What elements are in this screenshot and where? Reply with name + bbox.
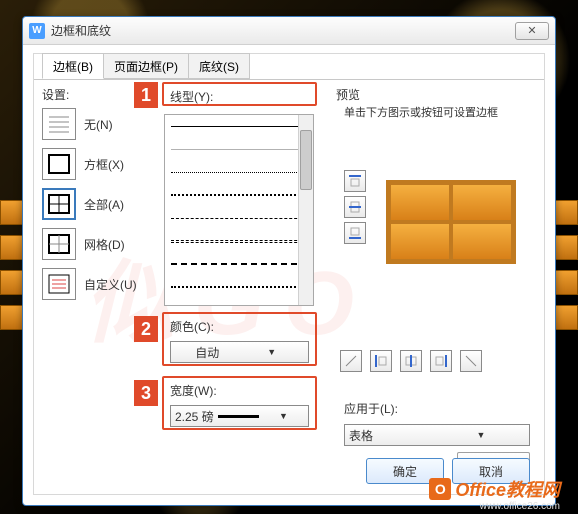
preview-hint: 单击下方图示或按钮可设置边框 (344, 104, 498, 120)
close-button[interactable]: ✕ (515, 22, 549, 40)
annotation-2: 2 (134, 316, 158, 342)
tab-page-border[interactable]: 页面边框(P) (103, 53, 189, 79)
border-left-button[interactable] (370, 350, 392, 372)
border-hmiddle-button[interactable] (344, 196, 366, 218)
color-combo[interactable]: 自动 ▼ (170, 341, 309, 363)
border-diag1-button[interactable] (340, 350, 362, 372)
width-sample-line (218, 415, 259, 418)
titlebar: W 边框和底纹 ✕ (23, 17, 555, 45)
cancel-button[interactable]: 取消 (452, 458, 530, 484)
apply-to-combo[interactable]: 表格 ▼ (344, 424, 530, 446)
setting-all[interactable]: 全部(A) (42, 186, 152, 222)
annotation-1: 1 (134, 82, 158, 108)
setting-label: 网格(D) (84, 236, 125, 253)
color-value: 自动 (175, 344, 240, 361)
setting-box[interactable]: 方框(X) (42, 146, 152, 182)
preview-buttons-horizontal (336, 346, 486, 376)
annotation-3: 3 (134, 380, 158, 406)
preview-label: 预览 (336, 86, 360, 103)
tab-strip: 边框(B) 页面边框(P) 底纹(S) (42, 53, 249, 79)
border-bottom-button[interactable] (344, 222, 366, 244)
setting-none[interactable]: 无(N) (42, 106, 152, 142)
settings-label: 设置: (42, 86, 69, 103)
border-vmiddle-button[interactable] (400, 350, 422, 372)
apply-to-label: 应用于(L): (344, 400, 398, 417)
all-icon (42, 188, 76, 220)
setting-label: 自定义(U) (84, 276, 137, 293)
setting-custom[interactable]: 自定义(U) (42, 266, 152, 302)
width-combo[interactable]: 2.25 磅 ▼ (170, 405, 309, 427)
box-icon (42, 148, 76, 180)
scroll-thumb[interactable] (300, 130, 312, 190)
ok-button[interactable]: 确定 (366, 458, 444, 484)
none-icon (42, 108, 76, 140)
custom-icon (42, 268, 76, 300)
line-style-group: 线型(Y): (162, 82, 317, 106)
border-diag2-button[interactable] (460, 350, 482, 372)
border-top-button[interactable] (344, 170, 366, 192)
setting-label: 无(N) (84, 116, 113, 133)
line-style-label: 线型(Y): (170, 90, 213, 104)
preview-buttons-vertical (340, 166, 370, 248)
window-title: 边框和底纹 (51, 22, 515, 39)
width-group: 宽度(W): 2.25 磅 ▼ (162, 376, 317, 430)
scrollbar[interactable] (298, 115, 313, 305)
tab-shading[interactable]: 底纹(S) (188, 53, 250, 79)
tab-border[interactable]: 边框(B) (42, 53, 104, 79)
client-area: 边框(B) 页面边框(P) 底纹(S) 似GO 设置: 无(N) 方框(X) 全… (33, 53, 545, 495)
width-label: 宽度(W): (170, 384, 217, 398)
settings-list: 无(N) 方框(X) 全部(A) 网格(D) 自定义(U) (42, 106, 152, 306)
border-right-button[interactable] (430, 350, 452, 372)
preview-sample[interactable] (386, 180, 516, 264)
color-group: 颜色(C): 自动 ▼ (162, 312, 317, 366)
apply-to-value: 表格 (349, 427, 437, 444)
setting-label: 全部(A) (84, 196, 124, 213)
setting-grid[interactable]: 网格(D) (42, 226, 152, 262)
chevron-down-icon: ▼ (263, 411, 304, 421)
width-value: 2.25 磅 (175, 408, 214, 425)
chevron-down-icon: ▼ (240, 347, 305, 357)
app-logo-icon: W (29, 23, 45, 39)
grid-icon (42, 228, 76, 260)
setting-label: 方框(X) (84, 156, 124, 173)
borders-shading-dialog: W 边框和底纹 ✕ 边框(B) 页面边框(P) 底纹(S) 似GO 设置: 无(… (22, 16, 556, 506)
color-label: 颜色(C): (170, 320, 214, 334)
line-style-list[interactable] (164, 114, 314, 306)
chevron-down-icon: ▼ (437, 430, 525, 440)
